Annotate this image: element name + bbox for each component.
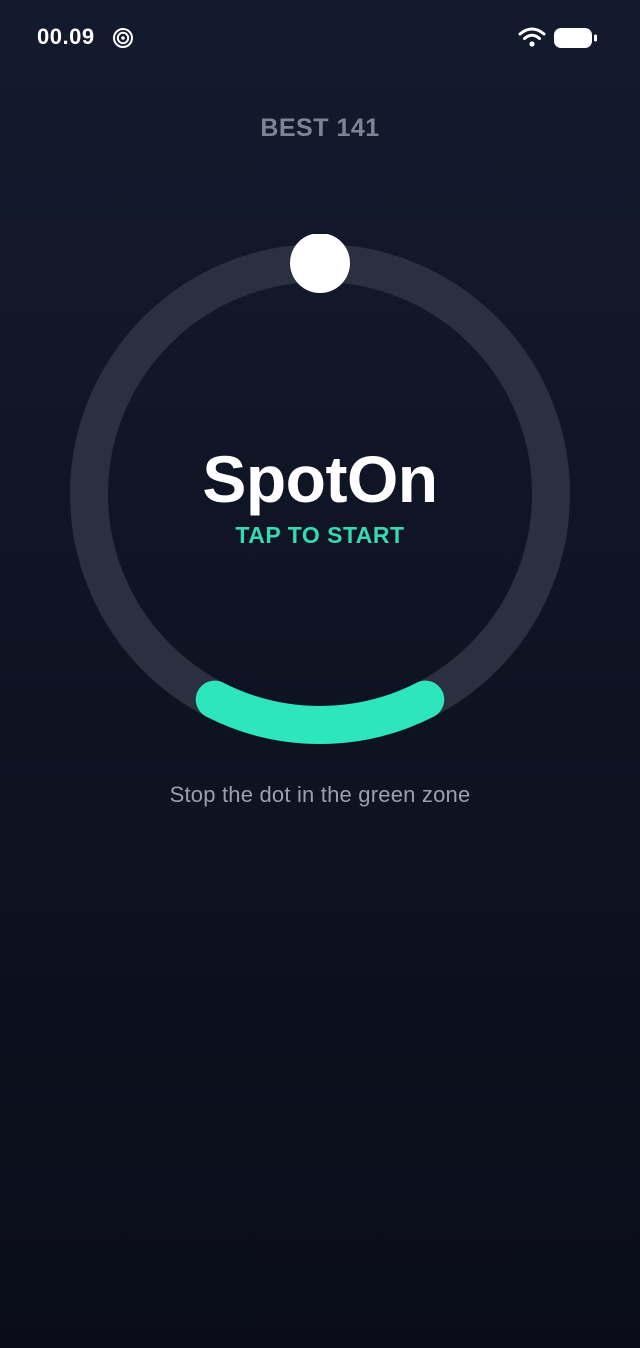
- moving-dot: [290, 234, 350, 293]
- spiral-icon: [113, 28, 133, 48]
- target-zone: [195, 680, 445, 744]
- best-score: BEST 141: [260, 114, 380, 142]
- battery-icon: [554, 28, 597, 48]
- wifi-icon: [518, 27, 546, 47]
- status-time: 00.09: [37, 24, 95, 49]
- title-block: SpotOn TAP TO START: [60, 440, 580, 550]
- game-title: SpotOn: [202, 442, 438, 516]
- instruction-text: Stop the dot in the green zone: [169, 782, 471, 807]
- tap-to-start-prompt[interactable]: TAP TO START: [60, 520, 580, 550]
- status-bar: 00.09: [0, 0, 640, 76]
